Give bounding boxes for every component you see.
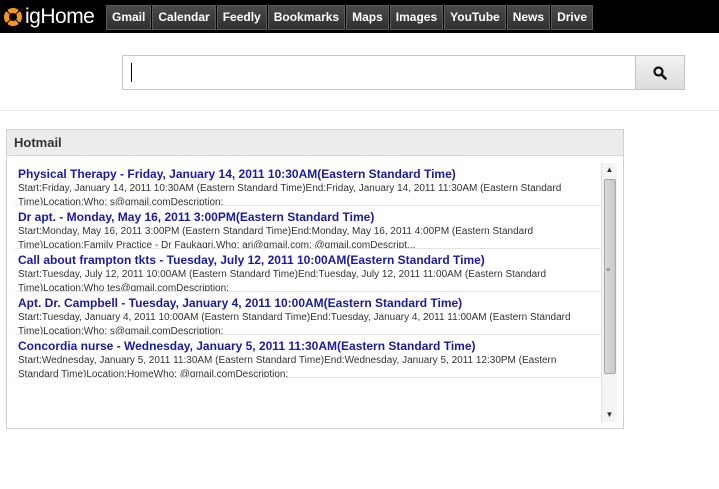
- scrollbar-thumb[interactable]: ≡: [604, 179, 616, 374]
- list-item: Apt. Dr. Campbell - Tuesday, January 4, …: [15, 292, 601, 335]
- nav-bar: Gmail Calendar Feedly Bookmarks Maps Ima…: [106, 5, 594, 30]
- grip-icon: ≡: [606, 267, 611, 274]
- event-list: Physical Therapy - Friday, January 14, 2…: [15, 163, 601, 378]
- search-input[interactable]: [123, 56, 636, 89]
- nav-youtube[interactable]: YouTube: [444, 5, 506, 30]
- arrow-up-icon[interactable]: ▲: [602, 163, 617, 177]
- nav-maps[interactable]: Maps: [346, 5, 389, 30]
- hotmail-widget: Hotmail Physical Therapy - Friday, Janua…: [6, 129, 624, 429]
- ighome-ring-logo-icon: [4, 8, 22, 26]
- event-title-link[interactable]: Apt. Dr. Campbell - Tuesday, January 4, …: [18, 296, 599, 311]
- event-description: Start:Wednesday, January 5, 2011 11:30AM…: [18, 355, 557, 378]
- event-title-link[interactable]: Concordia nurse - Wednesday, January 5, …: [18, 339, 599, 354]
- nav-news[interactable]: News: [506, 5, 551, 30]
- search-button[interactable]: [635, 56, 684, 89]
- search-icon: [653, 65, 667, 80]
- text-cursor: [131, 63, 132, 82]
- list-item: Call about frampton tkts - Tuesday, July…: [15, 249, 601, 292]
- top-bar: igHome Gmail Calendar Feedly Bookmarks M…: [0, 0, 719, 33]
- event-description: Start:Friday, January 14, 2011 10:30AM (…: [18, 183, 562, 206]
- nav-feedly[interactable]: Feedly: [216, 5, 267, 30]
- list-item: Dr apt. - Monday, May 16, 2011 3:00PM(Ea…: [15, 206, 601, 249]
- header-divider: [0, 110, 719, 111]
- nav-drive[interactable]: Drive: [551, 5, 594, 30]
- nav-calendar[interactable]: Calendar: [152, 5, 216, 30]
- nav-gmail[interactable]: Gmail: [106, 5, 152, 30]
- event-description: Start:Tuesday, January 4, 2011 10:00AM (…: [18, 312, 571, 335]
- nav-bookmarks[interactable]: Bookmarks: [267, 5, 346, 30]
- list-item: Concordia nurse - Wednesday, January 5, …: [15, 335, 601, 378]
- widget-title[interactable]: Hotmail: [7, 130, 623, 156]
- ighome-logo[interactable]: igHome: [4, 4, 95, 30]
- event-title-link[interactable]: Call about frampton tkts - Tuesday, July…: [18, 253, 599, 268]
- event-description: Start:Tuesday, July 12, 2011 10:00AM (Ea…: [18, 269, 547, 292]
- widget-body: Physical Therapy - Friday, January 14, 2…: [15, 163, 617, 422]
- search-box: [122, 55, 685, 90]
- vertical-scrollbar[interactable]: ▲ ≡ ▼: [601, 163, 617, 422]
- list-item: Physical Therapy - Friday, January 14, 2…: [15, 163, 601, 206]
- nav-images[interactable]: Images: [389, 5, 444, 30]
- event-title-link[interactable]: Physical Therapy - Friday, January 14, 2…: [18, 167, 599, 182]
- event-description: Start:Monday, May 16, 2011 3:00PM (Easte…: [18, 226, 534, 249]
- logo-text: igHome: [25, 5, 95, 28]
- arrow-down-icon[interactable]: ▼: [602, 408, 617, 422]
- event-title-link[interactable]: Dr apt. - Monday, May 16, 2011 3:00PM(Ea…: [18, 210, 599, 225]
